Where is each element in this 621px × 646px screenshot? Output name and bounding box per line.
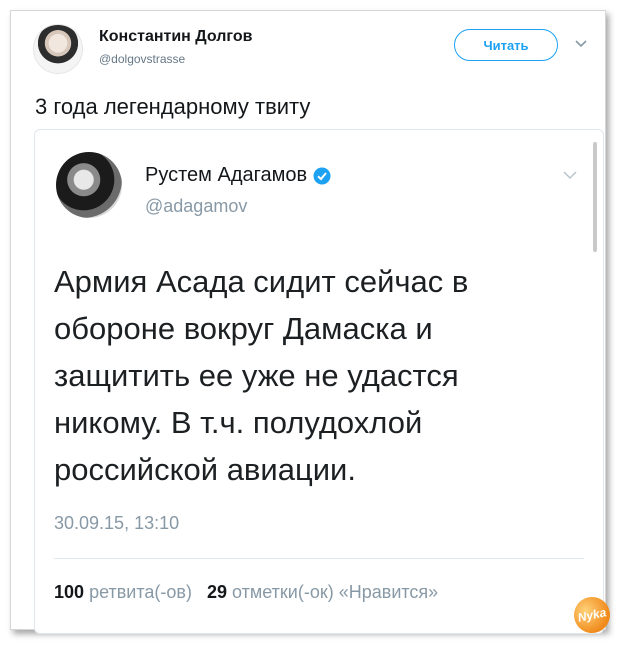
quoted-author-handle[interactable]: @adagamov [145, 196, 247, 217]
quoted-author-avatar[interactable] [56, 152, 122, 218]
quoted-author-name-row[interactable]: Рустем Адагамов [145, 164, 331, 187]
author-handle[interactable]: @dolgovstrasse [99, 52, 185, 66]
retweets-count[interactable]: 100 [54, 582, 84, 602]
likes-label[interactable]: отметки(-ок) «Нравится» [232, 582, 438, 602]
tweet-screenshot-frame: Константин Долгов @dolgovstrasse Читать … [10, 10, 614, 637]
tweet-text: 3 года легендарному твиту [35, 94, 311, 119]
author-name[interactable]: Константин Долгов [99, 28, 252, 46]
follow-button[interactable]: Читать [454, 29, 558, 61]
verified-badge-icon [313, 167, 331, 184]
quoted-tweet-card[interactable]: Рустем Адагамов @adagamov Армия Асада си… [34, 129, 604, 634]
author-avatar[interactable] [33, 24, 83, 74]
quoted-author-name[interactable]: Рустем Адагамов [145, 164, 307, 187]
quoted-tweet-timestamp[interactable]: 30.09.15, 13:10 [54, 513, 179, 534]
chevron-down-icon[interactable] [574, 39, 588, 49]
likes-count[interactable]: 29 [207, 582, 227, 602]
chevron-down-icon[interactable] [562, 170, 578, 180]
divider [54, 558, 584, 559]
retweets-label[interactable]: ретвита(-ов) [89, 582, 192, 602]
quoted-tweet-text: Армия Асада сидит сейчас в обороне вокру… [54, 264, 469, 487]
engagement-stats: 100 ретвита(-ов) 29 отметки(-ок) «Нравит… [54, 582, 438, 603]
scrollbar[interactable] [593, 142, 597, 252]
